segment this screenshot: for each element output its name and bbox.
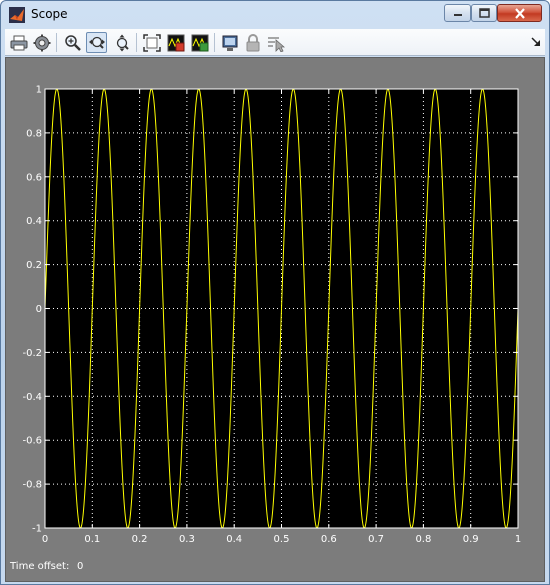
zoom-y-axis-icon bbox=[116, 34, 129, 51]
autoscale-button[interactable] bbox=[141, 32, 162, 53]
x-tick-label: 1 bbox=[515, 534, 521, 545]
y-tick-label: 1 bbox=[36, 85, 42, 96]
matlab-logo-icon bbox=[9, 7, 25, 23]
print-icon bbox=[10, 35, 27, 50]
parameters-gear-icon bbox=[33, 34, 50, 51]
restore-axes-settings-icon bbox=[191, 34, 208, 51]
zoom-button[interactable] bbox=[62, 32, 83, 53]
zoom-y-button[interactable] bbox=[111, 32, 132, 53]
x-tick-label: 0.9 bbox=[463, 534, 479, 545]
parameters-button[interactable] bbox=[31, 32, 52, 53]
save-axes-settings-icon bbox=[167, 34, 184, 51]
toolbar-separator bbox=[136, 33, 137, 52]
restore-axes-button[interactable] bbox=[189, 32, 210, 53]
autoscale-icon bbox=[142, 33, 161, 52]
title-bar[interactable]: Scope bbox=[1, 1, 549, 29]
floating-scope-button[interactable] bbox=[219, 32, 240, 53]
lock-axes-icon bbox=[246, 33, 259, 51]
zoom-x-axis-icon bbox=[88, 36, 105, 49]
window-title: Scope bbox=[31, 7, 68, 21]
toolbar-separator bbox=[56, 33, 57, 52]
close-button[interactable] bbox=[497, 4, 542, 22]
toolbar-separator bbox=[214, 33, 215, 52]
close-icon bbox=[514, 7, 525, 19]
y-tick-label: -0.4 bbox=[22, 392, 42, 403]
scope-window: Scope 0 0.1 0.2 0.3 0.4 0.5 0.6 0.7 0.8 … bbox=[0, 0, 550, 585]
time-offset-value: 0 bbox=[77, 561, 84, 572]
toolbar bbox=[5, 29, 545, 56]
scope-plot[interactable]: 0 0.1 0.2 0.3 0.4 0.5 0.6 0.7 0.8 0.9 1 1 0.8 0.6 0.4 0… bbox=[6, 58, 544, 581]
save-axes-button[interactable] bbox=[165, 32, 186, 53]
floating-scope-icon bbox=[222, 35, 237, 51]
zoom-in-icon bbox=[64, 34, 81, 51]
minimize-button[interactable] bbox=[444, 4, 471, 22]
y-tick-label: 0.2 bbox=[26, 260, 42, 271]
x-tick-label: 0.2 bbox=[132, 534, 148, 545]
x-tick-label: 0 bbox=[42, 534, 48, 545]
x-tick-label: 0.4 bbox=[226, 534, 242, 545]
y-tick-label: -0.2 bbox=[22, 348, 42, 359]
print-button[interactable] bbox=[8, 32, 29, 53]
x-tick-label: 0.3 bbox=[179, 534, 195, 545]
x-tick-label: 0.6 bbox=[321, 534, 337, 545]
x-tick-label: 0.7 bbox=[368, 534, 384, 545]
dock-arrow-icon[interactable] bbox=[530, 36, 542, 48]
maximize-button[interactable] bbox=[471, 4, 497, 22]
zoom-x-button[interactable] bbox=[86, 32, 107, 53]
time-offset-label: Time offset: bbox=[10, 561, 70, 572]
signal-selector-icon bbox=[267, 36, 285, 52]
x-tick-label: 0.8 bbox=[415, 534, 431, 545]
x-tick-label: 0.5 bbox=[274, 534, 290, 545]
signal-selector-button[interactable] bbox=[265, 32, 286, 53]
lock-axes-button[interactable] bbox=[242, 32, 263, 53]
maximize-icon bbox=[478, 8, 490, 18]
y-tick-label: -0.8 bbox=[22, 480, 42, 491]
y-tick-label: 0.6 bbox=[26, 172, 42, 183]
x-tick-label: 0.1 bbox=[84, 534, 100, 545]
y-tick-label: -0.6 bbox=[22, 436, 42, 447]
y-tick-label: 0 bbox=[36, 304, 42, 315]
scope-display-area: 0 0.1 0.2 0.3 0.4 0.5 0.6 0.7 0.8 0.9 1 1 0.8 0.6 0.4 0… bbox=[5, 57, 545, 582]
y-tick-label: 0.4 bbox=[26, 216, 42, 227]
y-tick-label: -1 bbox=[32, 524, 42, 535]
y-tick-label: 0.8 bbox=[26, 128, 42, 139]
minimize-icon bbox=[453, 14, 462, 16]
